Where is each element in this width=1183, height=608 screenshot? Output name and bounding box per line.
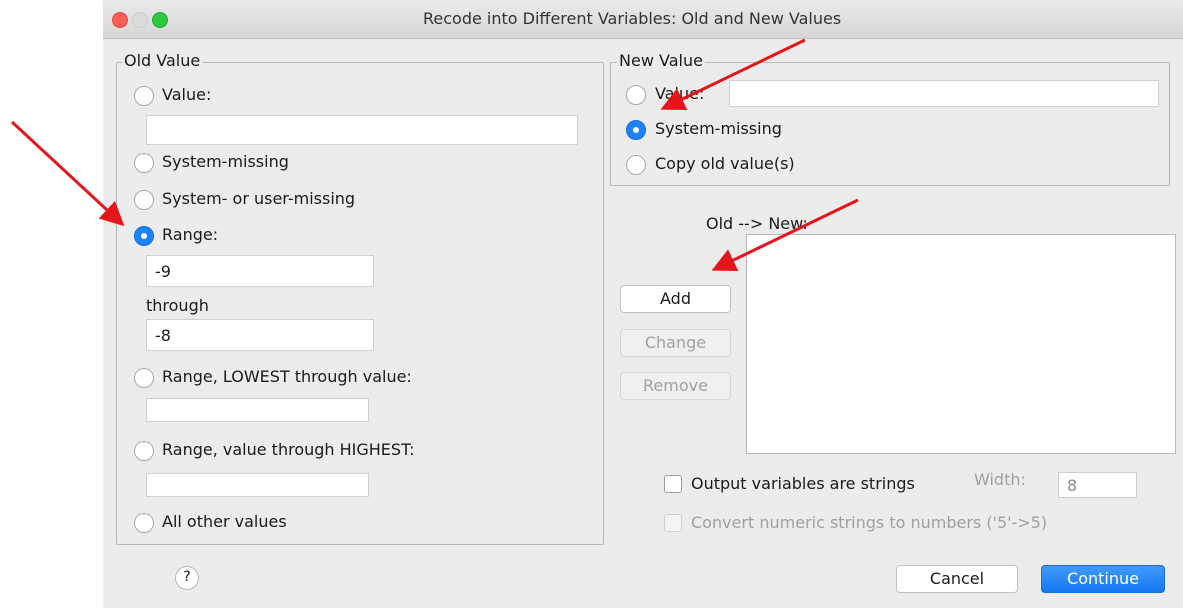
- new-system-missing-radio[interactable]: [626, 120, 646, 140]
- old-range-highest-radio[interactable]: [134, 441, 154, 461]
- add-button[interactable]: Add: [620, 285, 731, 313]
- old-system-missing-radio[interactable]: [134, 153, 154, 173]
- old-sys-user-missing-label: System- or user-missing: [162, 189, 356, 208]
- width-label: Width:: [974, 470, 1026, 489]
- old-new-list-label: Old --> New:: [706, 214, 808, 233]
- old-range-label: Range:: [162, 225, 219, 244]
- old-all-other-radio[interactable]: [134, 513, 154, 533]
- old-range-radio[interactable]: [134, 226, 154, 246]
- old-system-missing-label: System-missing: [162, 152, 289, 171]
- old-range-highest-label: Range, value through HIGHEST:: [162, 440, 415, 459]
- copy-old-values-label: Copy old value(s): [655, 154, 795, 173]
- old-new-listbox[interactable]: [746, 234, 1176, 454]
- new-value-legend: New Value: [617, 51, 705, 70]
- width-input[interactable]: 8: [1058, 472, 1137, 498]
- old-value-radio[interactable]: [134, 86, 154, 106]
- range-highest-input[interactable]: [146, 473, 369, 497]
- old-value-label: Value:: [162, 85, 212, 104]
- output-strings-checkbox[interactable]: [664, 475, 682, 493]
- through-label: through: [146, 296, 209, 315]
- old-range-lowest-label: Range, LOWEST through value:: [162, 367, 412, 386]
- close-window-button[interactable]: [112, 12, 128, 28]
- change-button[interactable]: Change: [620, 329, 731, 357]
- output-strings-label: Output variables are strings: [691, 474, 915, 493]
- minimize-window-button[interactable]: [132, 12, 148, 28]
- new-system-missing-label: System-missing: [655, 119, 782, 138]
- help-button[interactable]: ?: [175, 566, 199, 590]
- convert-numeric-checkbox[interactable]: [664, 514, 682, 532]
- old-all-other-label: All other values: [162, 512, 287, 531]
- convert-numeric-label: Convert numeric strings to numbers ('5'-…: [691, 513, 1048, 532]
- old-range-lowest-radio[interactable]: [134, 368, 154, 388]
- cancel-button[interactable]: Cancel: [896, 565, 1018, 593]
- range-lowest-input[interactable]: [146, 398, 369, 422]
- title-bar: Recode into Different Variables: Old and…: [103, 0, 1183, 39]
- old-sys-user-missing-radio[interactable]: [134, 190, 154, 210]
- range-from-input[interactable]: -9: [146, 255, 374, 287]
- copy-old-values-radio[interactable]: [626, 155, 646, 175]
- old-value-legend: Old Value: [122, 51, 203, 70]
- new-value-input[interactable]: [729, 80, 1159, 107]
- range-to-input[interactable]: -8: [146, 319, 374, 351]
- new-value-label: Value:: [655, 84, 705, 103]
- new-value-radio[interactable]: [626, 85, 646, 105]
- remove-button[interactable]: Remove: [620, 372, 731, 400]
- window-title: Recode into Different Variables: Old and…: [423, 9, 842, 28]
- zoom-window-button[interactable]: [152, 12, 168, 28]
- old-value-input[interactable]: [146, 115, 578, 145]
- continue-button[interactable]: Continue: [1041, 565, 1165, 593]
- dialog-window: Recode into Different Variables: Old and…: [103, 0, 1183, 608]
